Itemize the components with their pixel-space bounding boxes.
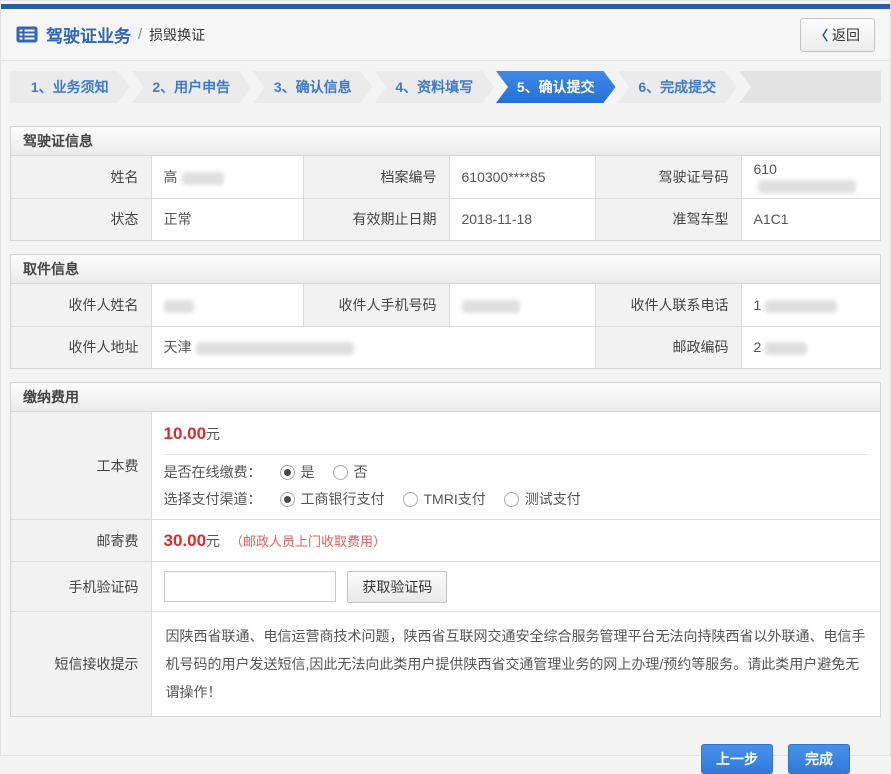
breadcrumb-current: 损毁换证 [149, 25, 205, 45]
captcha-cell: 获取验证码 [151, 562, 880, 612]
back-chevron-icon: 〈 [815, 25, 828, 44]
table-row: 姓名 高 档案编号 610300****85 驾驶证号码 610 [11, 156, 880, 198]
pickup-info-section: 取件信息 收件人姓名 收件人手机号码 收件人联系电话 1 收件人地址 天津 邮政… [10, 254, 881, 369]
redacted-recipient-address [196, 342, 354, 355]
status-value: 正常 [151, 198, 303, 240]
form-list-icon [16, 26, 38, 43]
vehicle-type-label: 准驾车型 [595, 198, 741, 240]
license-number-value: 610 [741, 156, 880, 198]
table-row: 邮寄费 30.00元 （邮政人员上门收取费用） [11, 520, 880, 562]
table-row: 工本费 10.00元 是否在线缴费： 是 否 选择支付渠道： 工商银行支付 [11, 412, 880, 520]
name-value: 高 [151, 156, 303, 198]
pay-channel-question: 选择支付渠道： [164, 489, 262, 509]
channel-tmri-label[interactable]: TMRI支付 [424, 489, 486, 509]
mail-fee-note: （邮政人员上门收取费用） [230, 534, 386, 549]
license-number-label: 驾驶证号码 [595, 156, 741, 198]
radio-channel-tmri[interactable] [403, 492, 418, 507]
table-row: 收件人姓名 收件人手机号码 收件人联系电话 1 [11, 284, 880, 326]
pickup-info-table: 收件人姓名 收件人手机号码 收件人联系电话 1 收件人地址 天津 邮政编码 2 [11, 284, 880, 368]
radio-online-yes[interactable] [280, 465, 295, 480]
name-label: 姓名 [11, 156, 151, 198]
mail-fee-number: 30.00 [164, 531, 207, 550]
page: { "header": { "title": "驾驶证业务", "divider… [0, 0, 891, 756]
redacted-recipient-phone [765, 300, 837, 313]
fee-section: 缴纳费用 工本费 10.00元 是否在线缴费： 是 否 选择支付渠道： [10, 382, 881, 717]
mail-fee-unit: 元 [206, 533, 220, 549]
page-header: 驾驶证业务 / 损毁换证 〈 返回 [1, 9, 890, 61]
channel-test-label[interactable]: 测试支付 [525, 489, 581, 509]
production-fee-unit: 元 [206, 426, 220, 442]
redacted-postcode [765, 342, 807, 355]
mail-fee-cell: 30.00元 （邮政人员上门收取费用） [151, 520, 880, 562]
step-5-confirm-submit-active[interactable]: 5、确认提交 [496, 71, 616, 103]
pay-channel-row: 选择支付渠道： 工商银行支付 TMRI支付 测试支付 [152, 482, 881, 519]
step-bar-filler [739, 71, 881, 103]
recipient-mobile-value [449, 284, 595, 326]
table-row: 短信接收提示 因陕西省联通、电信运营商技术问题，陕西省互联网交通安全综合服务管理… [11, 612, 880, 717]
recipient-mobile-label: 收件人手机号码 [303, 284, 449, 326]
redacted-license-number [758, 180, 856, 193]
recipient-address-label: 收件人地址 [11, 326, 151, 368]
back-button-label: 返回 [832, 25, 860, 45]
table-row: 收件人地址 天津 邮政编码 2 [11, 326, 880, 368]
postcode-label: 邮政编码 [595, 326, 741, 368]
license-section-title: 驾驶证信息 [11, 127, 880, 156]
production-fee-number: 10.00 [164, 424, 207, 443]
recipient-address-value: 天津 [151, 326, 595, 368]
step-2-user-declaration[interactable]: 2、用户申告 [132, 71, 252, 103]
online-no-label[interactable]: 否 [354, 462, 368, 482]
table-row: 手机验证码 获取验证码 [11, 562, 880, 612]
redacted-recipient-name [164, 300, 194, 313]
status-label: 状态 [11, 198, 151, 240]
production-fee-label: 工本费 [11, 412, 151, 520]
finish-button[interactable]: 完成 [788, 744, 850, 774]
license-info-table: 姓名 高 档案编号 610300****85 驾驶证号码 610 状态 正常 有… [11, 156, 880, 240]
step-1-business-notice[interactable]: 1、业务须知 [10, 71, 130, 103]
valid-until-label: 有效期止日期 [303, 198, 449, 240]
recipient-name-label: 收件人姓名 [11, 284, 151, 326]
step-6-finish-submit[interactable]: 6、完成提交 [618, 71, 738, 103]
online-pay-question: 是否在线缴费： [164, 462, 262, 482]
fee-table: 工本费 10.00元 是否在线缴费： 是 否 选择支付渠道： 工商银行支付 [11, 412, 880, 716]
footer-actions: 上一步 完成 [1, 730, 890, 774]
recipient-name-value [151, 284, 303, 326]
step-4-fill-data[interactable]: 4、资料填写 [375, 71, 495, 103]
sms-notice-text: 因陕西省联通、电信运营商技术问题，陕西省互联网交通安全综合服务管理平台无法向持陕… [151, 612, 880, 717]
online-yes-label[interactable]: 是 [301, 462, 315, 482]
step-wizard: 1、业务须知 2、用户申告 3、确认信息 4、资料填写 5、确认提交 6、完成提… [10, 71, 881, 103]
production-fee-amount: 10.00元 [152, 412, 881, 454]
table-row: 状态 正常 有效期止日期 2018-11-18 准驾车型 A1C1 [11, 198, 880, 240]
previous-step-button[interactable]: 上一步 [701, 744, 773, 774]
file-number-label: 档案编号 [303, 156, 449, 198]
breadcrumb-divider: / [138, 26, 142, 43]
license-info-section: 驾驶证信息 姓名 高 档案编号 610300****85 驾驶证号码 610 状… [10, 126, 881, 241]
captcha-input[interactable] [164, 571, 336, 602]
redacted-name [182, 172, 224, 185]
pickup-section-title: 取件信息 [11, 255, 880, 284]
get-captcha-button[interactable]: 获取验证码 [347, 571, 447, 603]
mail-fee-label: 邮寄费 [11, 520, 151, 562]
file-number-value: 610300****85 [449, 156, 595, 198]
channel-icbc-label[interactable]: 工商银行支付 [301, 489, 385, 509]
sms-notice-label: 短信接收提示 [11, 612, 151, 717]
vehicle-type-value: A1C1 [741, 198, 880, 240]
redacted-recipient-mobile [462, 300, 520, 313]
back-button[interactable]: 〈 返回 [800, 18, 875, 52]
production-fee-cell: 10.00元 是否在线缴费： 是 否 选择支付渠道： 工商银行支付 TMRI支付 [151, 412, 880, 520]
radio-channel-icbc[interactable] [280, 492, 295, 507]
recipient-phone-label: 收件人联系电话 [595, 284, 741, 326]
captcha-label: 手机验证码 [11, 562, 151, 612]
postcode-value: 2 [741, 326, 880, 368]
radio-online-no[interactable] [333, 465, 348, 480]
recipient-phone-value: 1 [741, 284, 880, 326]
valid-until-value: 2018-11-18 [449, 198, 595, 240]
page-title: 驾驶证业务 [46, 22, 131, 47]
step-3-confirm-info[interactable]: 3、确认信息 [253, 71, 373, 103]
fee-section-title: 缴纳费用 [11, 383, 880, 412]
radio-channel-test[interactable] [504, 492, 519, 507]
online-pay-row: 是否在线缴费： 是 否 [152, 455, 881, 482]
